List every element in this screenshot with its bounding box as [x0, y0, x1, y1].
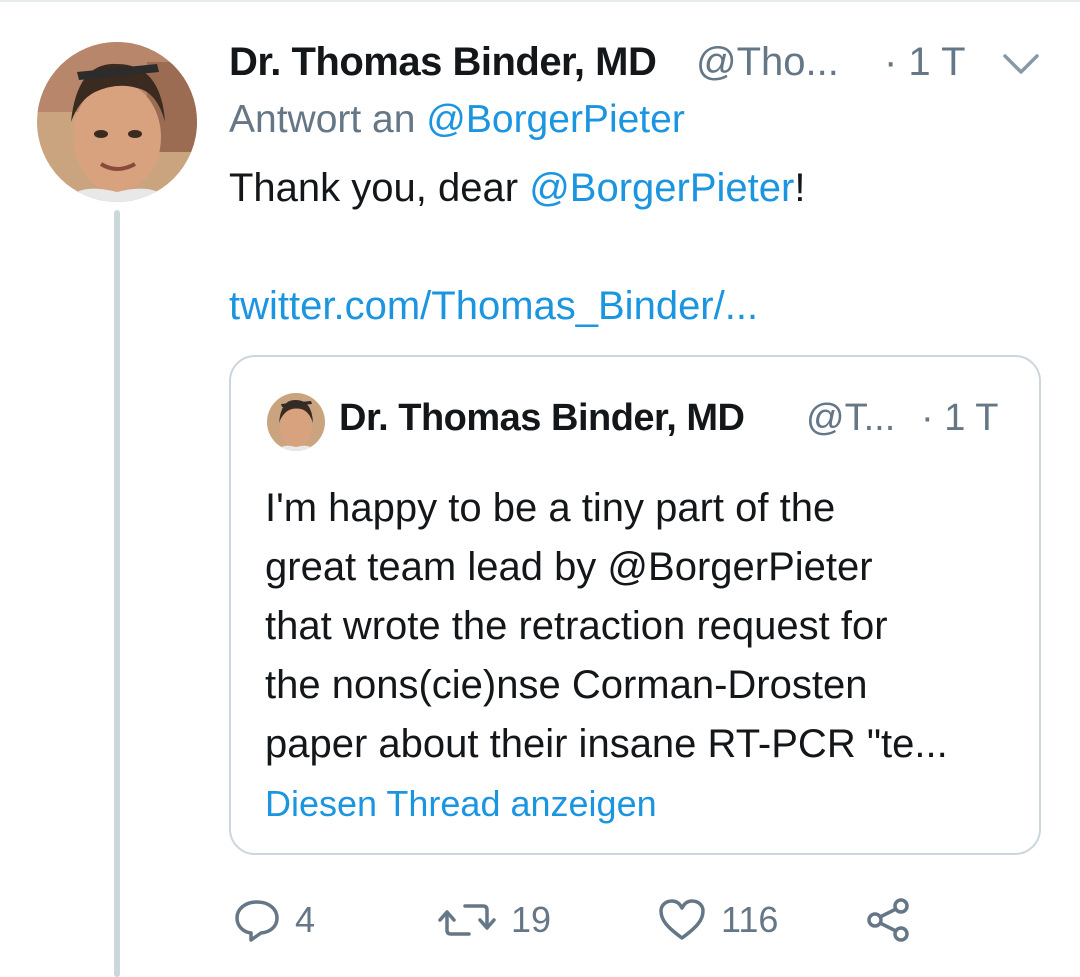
- quoted-text-line: I'm happy to be a tiny part of the: [265, 486, 836, 530]
- like-button[interactable]: 116: [657, 892, 778, 948]
- quoted-text-line: great team lead by @BorgerPieter: [265, 545, 873, 589]
- author-name[interactable]: Dr. Thomas Binder, MD: [229, 40, 657, 85]
- tweet-actions: 4 19 116: [229, 892, 1049, 952]
- retweet-count: 19: [511, 899, 552, 940]
- quoted-author-avatar: [267, 393, 325, 451]
- show-thread-link[interactable]: Diesen Thread anzeigen: [265, 783, 657, 825]
- reply-context: Antwort an @BorgerPieter: [229, 98, 685, 142]
- top-divider: [0, 0, 1080, 2]
- reply-count: 4: [295, 899, 316, 940]
- share-icon: [863, 894, 915, 946]
- tweet-timestamp[interactable]: · 1 T: [884, 40, 966, 85]
- tweet-mention[interactable]: @BorgerPieter: [529, 166, 794, 210]
- tweet-link[interactable]: twitter.com/Thomas_Binder/...: [229, 284, 758, 329]
- tweet-text-suffix: !: [794, 166, 806, 210]
- share-button[interactable]: [863, 892, 915, 948]
- quoted-text-line: the nons(cie)nse Corman-Drosten: [265, 663, 868, 707]
- like-count: 116: [721, 899, 779, 940]
- tweet-text-prefix: Thank you, dear: [229, 166, 530, 210]
- quoted-text-line: paper about their insane RT-PCR "te...: [265, 722, 948, 766]
- quoted-timestamp: · 1 T: [921, 397, 999, 439]
- author-avatar[interactable]: [37, 42, 197, 202]
- reply-prefix: Antwort an: [229, 98, 416, 141]
- heart-icon: [657, 896, 707, 944]
- reply-button[interactable]: 4: [233, 892, 315, 948]
- retweet-button[interactable]: 19: [437, 892, 551, 948]
- tweet-header: Dr. Thomas Binder, MD @Tho... · 1 T: [229, 34, 1059, 94]
- quoted-tweet-text: I'm happy to be a tiny part of the great…: [265, 479, 1025, 774]
- author-handle[interactable]: @Tho...: [696, 40, 839, 85]
- quoted-author-name: Dr. Thomas Binder, MD: [339, 397, 745, 439]
- quoted-tweet-card[interactable]: Dr. Thomas Binder, MD @T... · 1 T I'm ha…: [229, 355, 1041, 855]
- quoted-author-handle: @T...: [806, 397, 896, 439]
- reply-to-mention[interactable]: @BorgerPieter: [426, 98, 685, 141]
- chevron-down-icon[interactable]: [999, 44, 1043, 84]
- retweet-icon: [437, 896, 497, 944]
- tweet-text: Thank you, dear @BorgerPieter!: [229, 166, 805, 211]
- reply-icon: [233, 896, 281, 944]
- quoted-text-line: that wrote the retraction request for: [265, 604, 888, 648]
- thread-connector-line: [114, 210, 120, 977]
